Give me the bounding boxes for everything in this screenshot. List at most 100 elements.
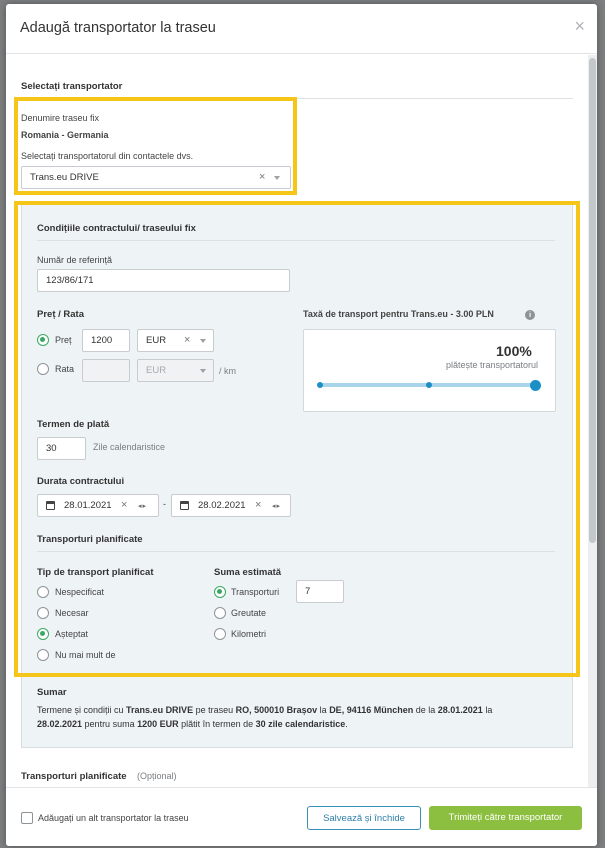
date-separator: -	[163, 499, 166, 509]
summary-destination: DE, 94116 München	[329, 705, 414, 715]
stepper-arrows-icon[interactable]: ◂▸	[138, 502, 147, 510]
price-currency-value: EUR	[146, 335, 167, 346]
payment-term-value: 30	[46, 443, 57, 454]
background-page	[597, 0, 605, 848]
carrier-select-label: Selectați transportatorul din contactele…	[21, 151, 194, 161]
fee-slider-stop[interactable]	[317, 382, 323, 388]
contract-title: Condițiile contractului/ traseului fix	[37, 223, 196, 234]
fee-label: Taxă de transport pentru Trans.eu - 3.00…	[303, 309, 494, 319]
planned-type-option: Nu mai mult de	[55, 650, 116, 660]
summary-text-part: plătit în termen de	[178, 719, 256, 729]
divider	[37, 240, 555, 241]
summary-text-part: pe traseu	[193, 705, 236, 715]
rate-radio[interactable]	[37, 363, 49, 375]
route-value: Romania - Germania	[21, 130, 109, 140]
payment-term-unit: Zile calendaristice	[93, 442, 166, 452]
summary-text-part: la	[317, 705, 330, 715]
payment-term-label: Termen de plată	[37, 419, 110, 430]
reference-value: 123/86/171	[46, 275, 94, 286]
reference-input[interactable]: 123/86/171	[37, 269, 290, 292]
fee-payer: plătește transportatorul	[446, 360, 539, 370]
fee-box	[303, 329, 556, 412]
summary-text-part: la	[482, 705, 493, 715]
clear-icon[interactable]: ×	[255, 499, 261, 511]
planned-type-radio[interactable]	[37, 607, 49, 619]
chevron-down-icon[interactable]	[200, 339, 206, 343]
estimate-radio[interactable]	[214, 628, 226, 640]
rate-currency-placeholder: EUR	[146, 365, 167, 376]
planned-type-radio[interactable]	[37, 586, 49, 598]
estimate-option: Greutate	[231, 608, 267, 618]
summary-carrier: Trans.eu DRIVE	[126, 705, 194, 715]
planned-type-option: Așteptat	[55, 629, 89, 639]
dialog-footer: Adăugați un alt transportator la traseu …	[6, 787, 597, 846]
chevron-down-icon[interactable]	[200, 369, 206, 373]
fee-percent: 100%	[496, 343, 532, 359]
summary-start: 28.01.2021	[437, 705, 483, 715]
rate-option-label: Rata	[55, 364, 75, 374]
summary-title: Sumar	[37, 687, 67, 698]
stepper-arrows-icon[interactable]: ◂▸	[272, 502, 281, 510]
summary-text-part: .	[345, 719, 348, 729]
estimate-value: 7	[305, 586, 311, 597]
close-icon[interactable]: ×	[574, 16, 585, 37]
planned-type-option: Nespecificat	[55, 587, 105, 597]
save-close-button[interactable]: Salvează și închide	[307, 806, 421, 830]
estimate-label: Suma estimată	[214, 567, 282, 578]
estimate-radio[interactable]	[214, 586, 226, 598]
fee-slider-stop[interactable]	[426, 382, 432, 388]
summary-end: 28.02.2021	[37, 719, 83, 729]
carrier-select[interactable]: Trans.eu DRIVE	[21, 166, 291, 189]
price-section-label: Preț / Rata	[37, 309, 84, 320]
carrier-section-title: Selectați transportator	[21, 81, 123, 92]
divider	[37, 551, 555, 552]
dialog-header: Adaugă transportator la traseu ×	[6, 4, 597, 54]
price-value: 1200	[91, 335, 113, 346]
calendar-icon[interactable]	[46, 501, 55, 510]
reference-label: Număr de referință	[37, 255, 113, 265]
summary-amount: 1200 EUR	[137, 719, 179, 729]
dialog-title: Adaugă transportator la traseu	[20, 20, 216, 36]
clear-icon[interactable]: ×	[259, 171, 265, 183]
planned-title: Transporturi planificate	[37, 534, 143, 545]
rate-unit: / km	[219, 366, 236, 376]
info-icon[interactable]: i	[525, 310, 535, 320]
estimate-input[interactable]: 7	[296, 580, 344, 603]
route-label: Denumire traseu fix	[21, 113, 100, 123]
clear-icon[interactable]: ×	[184, 334, 190, 346]
add-carrier-dialog: Adaugă transportator la traseu × Selecta…	[6, 4, 597, 846]
planned-section-title: Transporturi planificate	[21, 771, 127, 782]
price-option-label: Preț	[55, 335, 72, 345]
carrier-select-value: Trans.eu DRIVE	[30, 172, 99, 183]
dialog-body: Selectați transportator Denumire traseu …	[6, 55, 588, 787]
duration-label: Durata contractului	[37, 476, 125, 487]
summary-text: Termene și condiții cu Trans.eu DRIVE pe…	[37, 703, 557, 731]
planned-section-optional: (Opțional)	[137, 771, 177, 781]
summary-term: 30 zile calendaristice	[255, 719, 346, 729]
payment-term-input[interactable]: 30	[37, 437, 86, 460]
calendar-icon[interactable]	[180, 501, 189, 510]
planned-type-radio[interactable]	[37, 649, 49, 661]
send-to-carrier-button[interactable]: Trimiteți către transportator	[429, 806, 582, 830]
planned-type-radio[interactable]	[37, 628, 49, 640]
scrollbar[interactable]	[588, 55, 597, 787]
chevron-down-icon[interactable]	[274, 176, 280, 180]
summary-text-part: pentru suma	[82, 719, 138, 729]
planned-type-option: Necesar	[55, 608, 89, 618]
date-from-value: 28.01.2021	[64, 500, 112, 511]
scrollbar-thumb[interactable]	[589, 58, 596, 543]
summary-text-part: de la	[413, 705, 438, 715]
summary-origin: RO, 500010 Brașov	[235, 705, 318, 715]
add-another-label: Adăugați un alt transportator la traseu	[38, 813, 189, 823]
add-another-checkbox[interactable]	[21, 812, 33, 824]
clear-icon[interactable]: ×	[121, 499, 127, 511]
date-to-value: 28.02.2021	[198, 500, 246, 511]
price-radio[interactable]	[37, 334, 49, 346]
planned-type-label: Tip de transport planificat	[37, 567, 154, 578]
estimate-option: Kilometri	[231, 629, 267, 639]
fee-slider-handle[interactable]	[530, 380, 541, 391]
estimate-radio[interactable]	[214, 607, 226, 619]
price-input[interactable]: 1200	[82, 329, 130, 352]
estimate-option: Transporturi	[231, 587, 280, 597]
rate-input[interactable]	[82, 359, 130, 382]
